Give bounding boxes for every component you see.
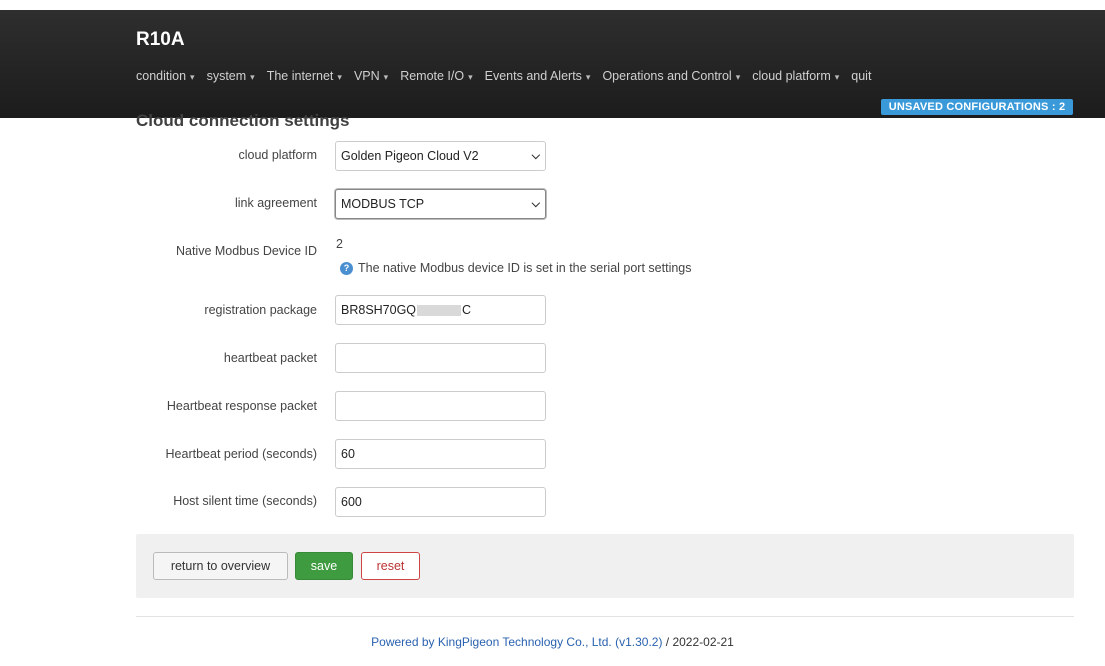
link-agreement-select[interactable]: MODBUS TCP ⌵ (335, 189, 546, 219)
chevron-down-icon: ⌵ (531, 150, 540, 162)
footer: Powered by KingPigeon Technology Co., Lt… (0, 635, 1105, 649)
chevron-down-icon: ▾ (337, 72, 342, 82)
registration-package-input[interactable]: BR8SH70GQ C (335, 295, 546, 325)
save-button[interactable]: save (295, 552, 353, 580)
cloud-platform-label: cloud platform (238, 148, 317, 162)
help-icon: ? (340, 261, 353, 275)
host-silent-time-label: Host silent time (seconds) (173, 494, 317, 508)
chevron-down-icon: ▾ (735, 72, 741, 82)
nav-item-events-alerts[interactable]: Events and Alerts ▾ (485, 69, 591, 83)
chevron-down-icon: ⌵ (531, 198, 540, 210)
return-to-overview-button[interactable]: return to overview (153, 552, 288, 580)
heartbeat-period-label: Heartbeat period (seconds) (165, 447, 317, 461)
footer-divider (136, 616, 1074, 617)
chevron-down-icon: ▾ (250, 72, 255, 82)
device-id-label: Native Modbus Device ID (175, 244, 317, 258)
nav-item-condition[interactable]: condition ▾ (136, 69, 195, 83)
footer-link[interactable]: Powered by KingPigeon Technology Co., Lt… (371, 635, 662, 649)
chevron-down-icon: ▾ (190, 72, 195, 82)
brand-title[interactable]: R10A (136, 29, 185, 51)
device-id-value: 2 (336, 237, 343, 251)
nav-item-quit[interactable]: quit (851, 69, 871, 83)
registration-package-label: registration package (204, 303, 317, 317)
heartbeat-response-label: Heartbeat response packet (166, 399, 317, 413)
top-navbar: R10A condition ▾ system ▾ The internet ▾ VP… (0, 10, 1105, 118)
chevron-down-icon: ▾ (468, 72, 473, 82)
device-id-hint: ? The native Modbus device ID is set in … (340, 261, 692, 275)
redacted-mask (417, 305, 462, 317)
heartbeat-response-input[interactable] (335, 391, 546, 421)
chevron-down-icon: ▾ (383, 72, 389, 82)
nav-item-cloud-platform[interactable]: cloud platform ▾ (752, 69, 839, 83)
chevron-down-icon: ▾ (585, 72, 591, 82)
cloud-platform-select[interactable]: Golden Pigeon Cloud V2 ⌵ (335, 141, 546, 171)
footer-date: / 2022-02-21 (662, 635, 734, 649)
nav-item-remote-io[interactable]: Remote I/O ▾ (400, 69, 472, 83)
nav-item-system[interactable]: system ▾ (207, 69, 255, 83)
main-nav: condition ▾ system ▾ The internet ▾ VPN ▾ Re… (136, 69, 883, 83)
nav-item-operations-control[interactable]: Operations and Control ▾ (602, 69, 740, 83)
reset-button[interactable]: reset (361, 552, 420, 580)
form-actions-bar: return to overview save reset (136, 534, 1074, 598)
heartbeat-packet-input[interactable] (335, 343, 546, 373)
chevron-down-icon: ▾ (834, 72, 840, 82)
nav-item-the-internet[interactable]: The internet ▾ (267, 69, 342, 83)
link-agreement-label: link agreement (235, 196, 317, 210)
host-silent-time-input[interactable]: 600 (335, 487, 546, 517)
unsaved-configurations-badge[interactable]: UNSAVED CONFIGURATIONS : 2 (881, 99, 1073, 115)
heartbeat-period-input[interactable]: 60 (335, 439, 546, 469)
nav-item-vpn[interactable]: VPN ▾ (354, 69, 388, 83)
heartbeat-packet-label: heartbeat packet (223, 351, 317, 365)
section-title: Cloud connection settings (136, 111, 350, 130)
